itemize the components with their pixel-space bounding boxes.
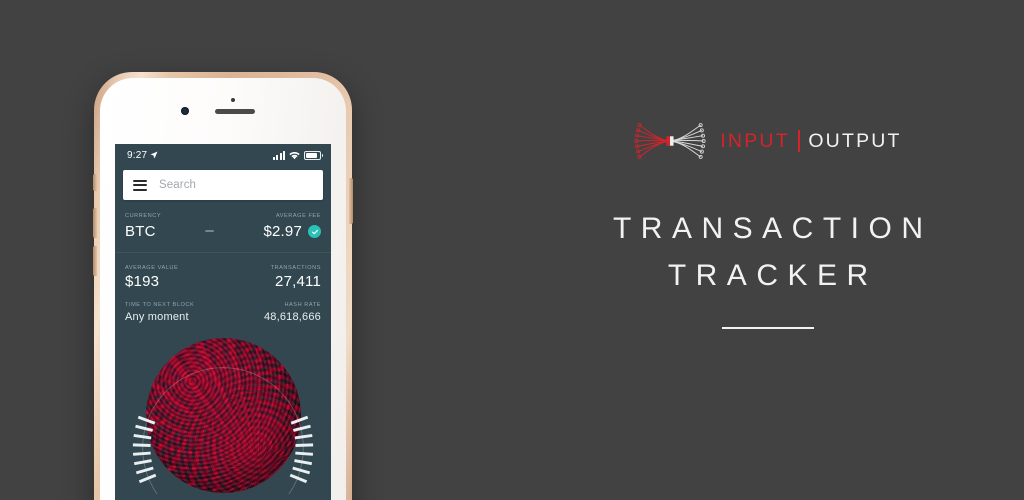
status-bar-left: 9:27 bbox=[127, 150, 158, 161]
poster-canvas: 9:27 Search CURRENCY AVERAGE FEE BTC – $… bbox=[0, 0, 1024, 500]
phone-mockup: 9:27 Search CURRENCY AVERAGE FEE BTC – $… bbox=[93, 72, 353, 500]
input-output-butterfly-logo bbox=[634, 123, 706, 159]
stat-labels-row: TIME TO NEXT BLOCK HASH RATE bbox=[125, 302, 321, 311]
stat-labels-row: CURRENCY AVERAGE FEE bbox=[125, 213, 321, 222]
search-input[interactable] bbox=[159, 179, 313, 191]
stat-group-block: TIME TO NEXT BLOCK HASH RATE Any moment … bbox=[125, 291, 321, 332]
battery-icon bbox=[304, 150, 323, 160]
average-fee-wrap: $2.97 bbox=[263, 222, 321, 241]
logo-row: INPUT OUTPUT bbox=[634, 118, 901, 164]
average-fee-label: AVERAGE FEE bbox=[275, 213, 321, 219]
average-value-value: $193 bbox=[125, 273, 160, 290]
stat-group-value: AVERAGE VALUE TRANSACTIONS $193 27,411 bbox=[125, 253, 321, 291]
page-title-line-1: TRANSACTION bbox=[612, 212, 933, 245]
hash-rate-label: HASH RATE bbox=[284, 301, 321, 308]
hash-rate-value: 48,618,666 bbox=[263, 310, 321, 323]
wifi-icon bbox=[289, 151, 300, 159]
verified-check-icon bbox=[308, 225, 321, 239]
ios-status-bar: 9:27 bbox=[115, 144, 331, 166]
front-camera-icon bbox=[181, 107, 189, 115]
input-output-wordmark: INPUT OUTPUT bbox=[720, 130, 901, 153]
time-to-next-block-value: Any moment bbox=[125, 310, 189, 323]
phone-screen: 9:27 Search CURRENCY AVERAGE FEE BTC – $… bbox=[115, 144, 331, 500]
stat-group-currency: CURRENCY AVERAGE FEE BTC – $2.97 bbox=[125, 200, 321, 252]
activity-gauge-arc bbox=[132, 366, 314, 494]
wordmark-divider bbox=[797, 130, 801, 152]
proximity-sensor-icon bbox=[231, 98, 235, 102]
mute-switch[interactable] bbox=[93, 174, 97, 191]
stat-values-row: BTC – $2.97 bbox=[125, 222, 321, 240]
phone-front-bezel: 9:27 Search CURRENCY AVERAGE FEE BTC – $… bbox=[100, 78, 346, 500]
transactions-value: 27,411 bbox=[275, 273, 321, 290]
currency-separator: – bbox=[205, 222, 214, 239]
average-value-label: AVERAGE VALUE bbox=[125, 265, 179, 271]
stat-values-row: Any moment 48,618,666 bbox=[125, 311, 321, 323]
status-bar-right bbox=[272, 150, 323, 160]
branding-panel: INPUT OUTPUT TRANSACTION TRACKER bbox=[512, 0, 1024, 500]
cellular-signal-icon bbox=[272, 150, 285, 160]
stat-values-row: $193 27,411 bbox=[125, 273, 321, 291]
transactions-label: TRANSACTIONS bbox=[270, 265, 321, 271]
power-button[interactable] bbox=[349, 178, 353, 224]
location-arrow-icon bbox=[150, 151, 158, 159]
average-fee-value: $2.97 bbox=[263, 222, 302, 240]
currency-value: BTC bbox=[125, 222, 156, 240]
earpiece-speaker-icon bbox=[215, 109, 255, 114]
time-to-next-block-label: TIME TO NEXT BLOCK bbox=[125, 301, 195, 308]
search-bar[interactable] bbox=[123, 170, 323, 200]
volume-down-button[interactable] bbox=[93, 246, 97, 276]
status-bar-time: 9:27 bbox=[127, 149, 148, 161]
wordmark-output: OUTPUT bbox=[808, 129, 902, 152]
stats-panel: CURRENCY AVERAGE FEE BTC – $2.97 AVERAGE… bbox=[115, 200, 331, 332]
transaction-sphere-visualization bbox=[115, 334, 331, 494]
volume-up-button[interactable] bbox=[93, 208, 97, 238]
hamburger-menu-icon[interactable] bbox=[133, 179, 147, 191]
page-title: TRANSACTION TRACKER bbox=[603, 206, 932, 299]
page-title-line-2: TRACKER bbox=[667, 258, 878, 292]
title-underline-rule bbox=[722, 327, 814, 329]
phone-body: 9:27 Search CURRENCY AVERAGE FEE BTC – $… bbox=[93, 72, 353, 500]
currency-label: CURRENCY bbox=[125, 213, 162, 219]
wordmark-input: INPUT bbox=[720, 129, 790, 152]
